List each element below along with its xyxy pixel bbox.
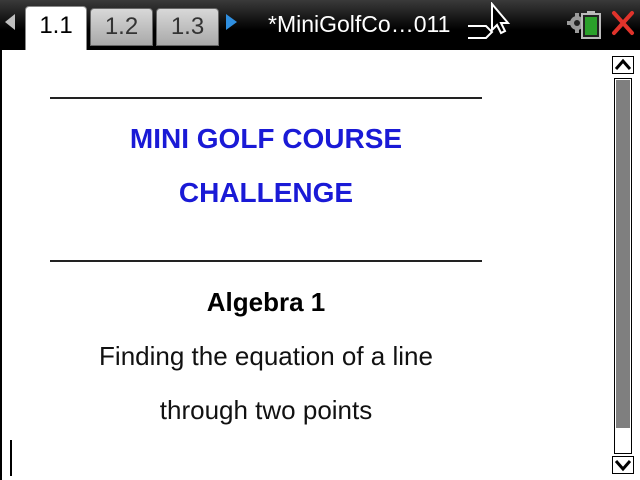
tab-1-2[interactable]: 1.2 xyxy=(90,8,153,46)
document-title: *MiniGolfCo…011 xyxy=(268,11,451,37)
previous-page-arrow-icon[interactable] xyxy=(5,14,15,30)
scroll-track[interactable] xyxy=(614,78,632,454)
tab-1-1[interactable]: 1.1 xyxy=(25,6,87,50)
chevron-down-icon xyxy=(614,460,632,472)
tab-label: 1.1 xyxy=(39,12,73,39)
cursor-icon xyxy=(468,2,511,39)
scroll-thumb[interactable] xyxy=(616,80,630,428)
divider xyxy=(50,97,482,99)
description-line-2: through two points xyxy=(159,395,373,425)
battery-icon xyxy=(581,11,601,39)
divider xyxy=(50,260,482,262)
close-icon[interactable] xyxy=(610,9,636,37)
tab-label: 1.2 xyxy=(104,13,139,40)
title-bar: 1.1 1.2 1.3 *MiniGolfCo…011 xyxy=(0,0,640,50)
text-cursor[interactable] xyxy=(10,440,12,476)
subject-heading: Algebra 1 xyxy=(206,287,326,317)
page-title: MINI GOLF COURSE xyxy=(129,123,403,154)
scroll-up-button[interactable] xyxy=(612,56,634,74)
scroll-down-button[interactable] xyxy=(612,456,634,474)
page-title-line-2: CHALLENGE xyxy=(178,177,354,208)
tab-label: 1.3 xyxy=(170,13,205,40)
chevron-up-icon xyxy=(614,58,632,70)
tab-1-3[interactable]: 1.3 xyxy=(156,8,219,46)
next-page-arrow-icon[interactable] xyxy=(226,14,237,30)
description-line-1: Finding the equation of a line xyxy=(99,341,433,371)
vertical-scrollbar[interactable] xyxy=(612,56,636,476)
